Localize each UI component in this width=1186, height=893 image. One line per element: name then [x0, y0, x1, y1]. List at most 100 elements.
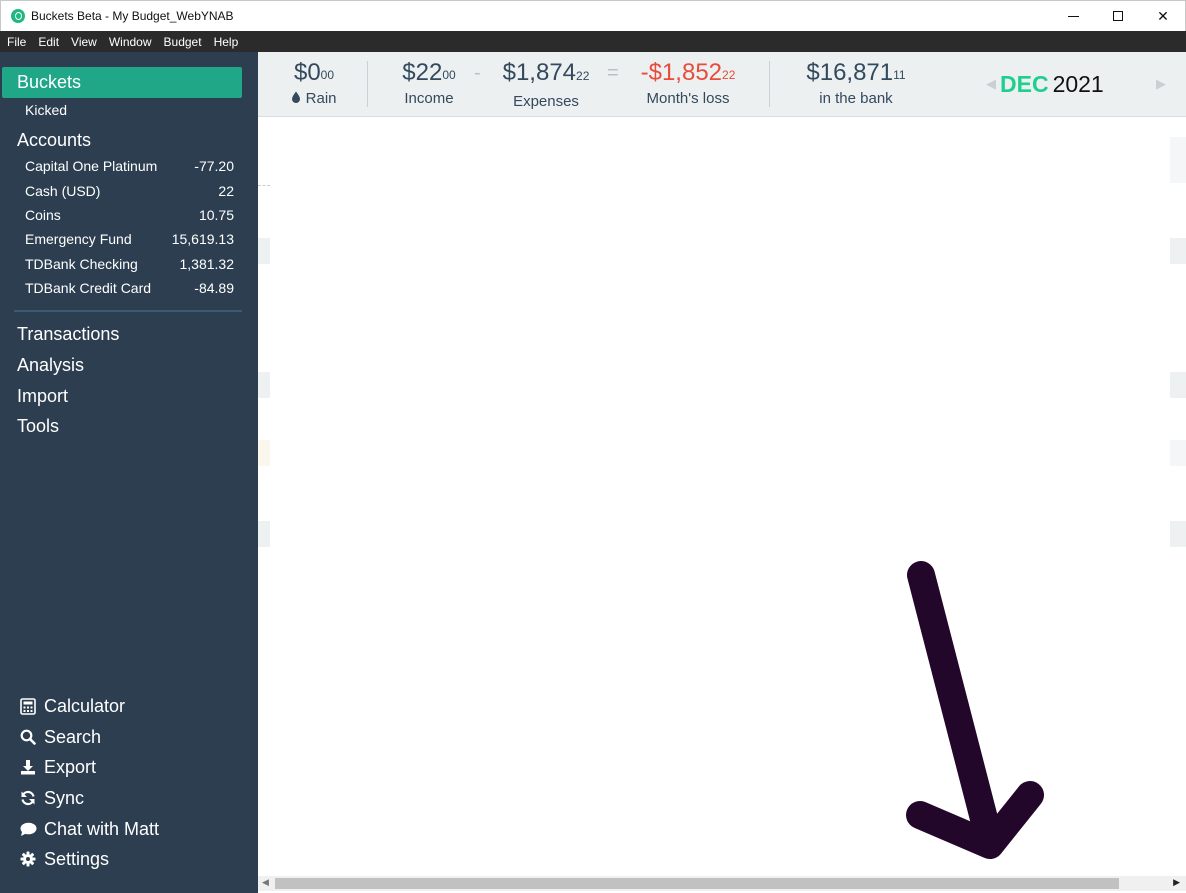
- buckets-app-icon: [11, 9, 25, 23]
- minimize-icon: [1067, 15, 1079, 17]
- chat-button[interactable]: Chat with Matt: [19, 817, 159, 841]
- month-loss-label: Month's loss: [646, 90, 730, 107]
- close-icon: ✕: [1157, 7, 1169, 24]
- ghost-divider: [258, 185, 270, 186]
- current-year[interactable]: 2021: [1053, 71, 1104, 98]
- account-row[interactable]: Capital One Platinum -77.20: [25, 158, 234, 176]
- menu-help[interactable]: Help: [214, 35, 239, 49]
- sync-button[interactable]: Sync: [19, 786, 84, 810]
- sidebar-item-kicked[interactable]: Kicked: [25, 102, 67, 118]
- ghost-row: [1170, 372, 1186, 398]
- equals-sign: =: [607, 62, 619, 84]
- account-balance: -77.20: [194, 158, 234, 174]
- scroll-right-button[interactable]: ▶: [1173, 877, 1180, 888]
- header-divider: [769, 61, 770, 107]
- ghost-row: [1170, 440, 1186, 466]
- month-loss-amount: -$1,85222: [640, 59, 736, 86]
- tool-label: Settings: [44, 848, 110, 869]
- bank-amount: $16,87111: [806, 59, 906, 86]
- month-loss-stat: -$1,85222 Month's loss: [635, 58, 741, 107]
- next-month-button[interactable]: ▶: [1156, 76, 1166, 92]
- calculator-icon: [19, 697, 37, 715]
- sidebar-divider: [14, 310, 242, 312]
- download-icon: [19, 758, 37, 776]
- sidebar-item-transactions[interactable]: Transactions: [17, 324, 119, 345]
- expenses-amount: $1,87422: [502, 59, 590, 86]
- menu-bar: File Edit View Window Budget Help: [0, 31, 1186, 52]
- gear-icon: [19, 850, 37, 868]
- account-name: Capital One Platinum: [25, 158, 158, 174]
- sidebar: Buckets Kicked Accounts Capital One Plat…: [0, 52, 258, 893]
- minimize-button[interactable]: [1050, 1, 1096, 31]
- sidebar-item-label: Buckets: [17, 72, 82, 92]
- bank-label: in the bank: [819, 90, 893, 107]
- calculator-button[interactable]: Calculator: [19, 694, 125, 718]
- current-month[interactable]: DEC: [1000, 71, 1049, 98]
- account-row[interactable]: Cash (USD) 22: [25, 183, 234, 201]
- sidebar-item-import[interactable]: Import: [17, 386, 68, 407]
- maximize-icon: [1113, 11, 1123, 21]
- header-divider: [367, 61, 368, 107]
- maximize-button[interactable]: [1095, 1, 1141, 31]
- menu-edit[interactable]: Edit: [38, 35, 59, 49]
- window-title: Buckets Beta - My Budget_WebYNAB: [31, 9, 234, 23]
- rain-amount: $000: [293, 59, 335, 86]
- sidebar-item-buckets[interactable]: Buckets: [2, 67, 242, 98]
- tool-label: Calculator: [44, 695, 126, 716]
- export-button[interactable]: Export: [19, 755, 96, 779]
- account-balance: 1,381.32: [179, 256, 235, 272]
- account-name: Emergency Fund: [25, 231, 132, 247]
- bank-stat: $16,87111 in the bank: [798, 58, 914, 107]
- ghost-row: [1170, 238, 1186, 264]
- account-name: Cash (USD): [25, 183, 101, 199]
- account-row[interactable]: TDBank Checking 1,381.32: [25, 256, 234, 274]
- account-name: TDBank Checking: [25, 256, 138, 272]
- menu-file[interactable]: File: [7, 35, 26, 49]
- main-content: [258, 117, 1186, 877]
- ghost-row: [1170, 521, 1186, 547]
- settings-button[interactable]: Settings: [19, 847, 109, 871]
- ghost-panel: [1170, 137, 1186, 183]
- title-bar: Buckets Beta - My Budget_WebYNAB ✕: [0, 0, 1186, 31]
- account-name: TDBank Credit Card: [25, 280, 152, 296]
- scroll-left-button[interactable]: ◀: [262, 877, 269, 888]
- account-balance: 15,619.13: [171, 231, 234, 247]
- menu-window[interactable]: Window: [109, 35, 152, 49]
- prev-month-button[interactable]: ◀: [986, 76, 996, 92]
- account-balance: 10.75: [198, 207, 234, 223]
- ghost-row: [258, 372, 270, 398]
- account-row[interactable]: Coins 10.75: [25, 207, 234, 225]
- search-button[interactable]: Search: [19, 725, 101, 749]
- income-amount: $2200: [402, 59, 456, 86]
- expenses-stat: $1,87422 Expenses: [498, 58, 594, 110]
- tool-label: Search: [44, 726, 102, 747]
- income-stat: $2200 Income: [392, 58, 466, 107]
- account-row[interactable]: TDBank Credit Card -84.89: [25, 280, 234, 298]
- income-label: Income: [404, 90, 454, 107]
- minus-sign: -: [474, 62, 481, 84]
- ghost-row: [258, 440, 270, 466]
- sidebar-item-accounts[interactable]: Accounts: [17, 130, 91, 151]
- ghost-row: [258, 238, 270, 264]
- account-row[interactable]: Emergency Fund 15,619.13: [25, 231, 234, 249]
- account-balance: 22: [218, 183, 234, 199]
- scrollbar-thumb[interactable]: [275, 878, 1119, 889]
- account-balance: -84.89: [194, 280, 234, 296]
- account-name: Coins: [25, 207, 61, 223]
- horizontal-scrollbar[interactable]: ◀ ▶: [258, 876, 1186, 891]
- expenses-label: Expenses: [513, 93, 579, 110]
- menu-budget[interactable]: Budget: [164, 35, 202, 49]
- search-icon: [19, 728, 37, 746]
- sidebar-item-analysis[interactable]: Analysis: [17, 355, 84, 376]
- menu-view[interactable]: View: [71, 35, 97, 49]
- drop-icon: [291, 90, 305, 107]
- close-button[interactable]: ✕: [1140, 1, 1186, 31]
- chat-icon: [19, 820, 37, 838]
- rain-label: Rain: [286, 90, 342, 107]
- sidebar-item-tools[interactable]: Tools: [17, 416, 59, 437]
- budget-summary-header: $000 Rain $2200 Income - $1,87422 Expens…: [258, 52, 1186, 117]
- rain-stat: $000 Rain: [286, 58, 342, 107]
- tool-label: Export: [44, 756, 97, 777]
- tool-label: Chat with Matt: [44, 818, 160, 839]
- ghost-row: [258, 521, 270, 547]
